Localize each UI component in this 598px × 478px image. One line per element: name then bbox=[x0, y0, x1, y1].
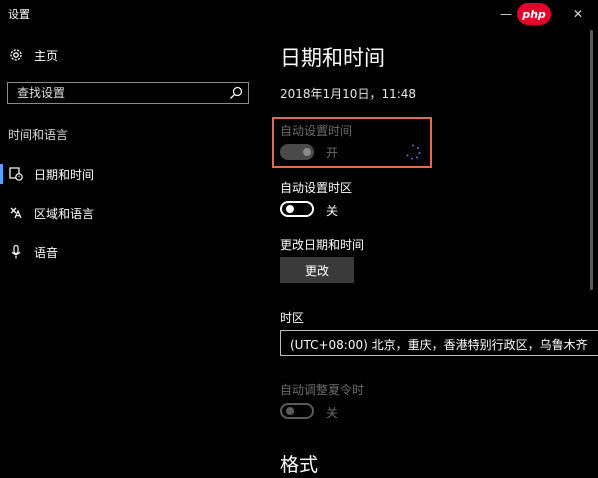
scrollbar[interactable] bbox=[590, 30, 593, 290]
search-input[interactable] bbox=[8, 83, 227, 103]
window-title: 设置 bbox=[8, 8, 30, 21]
active-indicator bbox=[0, 164, 3, 184]
sidebar-item-label: 日期和时间 bbox=[34, 167, 95, 182]
page-title: 日期和时间 bbox=[280, 46, 385, 70]
daylight-toggle[interactable] bbox=[280, 403, 314, 419]
search-box[interactable] bbox=[7, 82, 249, 104]
sidebar-home[interactable]: 主页 bbox=[8, 44, 58, 66]
daylight-state: 关 bbox=[326, 406, 339, 420]
current-datetime: 2018年1月10日，11:48 bbox=[280, 87, 417, 101]
timezone-dropdown[interactable]: (UTC+08:00) 北京，重庆，香港特别行政区，乌鲁木齐 bbox=[280, 330, 598, 356]
format-section-title: 格式 bbox=[280, 454, 319, 476]
auto-time-label: 自动设置时间 bbox=[280, 124, 353, 138]
toggle-knob bbox=[286, 205, 294, 213]
auto-timezone-state: 关 bbox=[326, 204, 339, 218]
loading-spinner-icon bbox=[406, 144, 421, 160]
region-language-icon bbox=[10, 207, 22, 219]
sidebar-item-speech[interactable]: 语音 bbox=[8, 241, 58, 263]
sidebar-section-label: 时间和语言 bbox=[8, 128, 69, 142]
close-button[interactable]: ✕ bbox=[558, 0, 598, 28]
calendar-clock-icon bbox=[9, 167, 23, 181]
daylight-label: 自动调整夏令时 bbox=[280, 383, 365, 397]
sidebar-item-region-language[interactable]: 区域和语言 bbox=[8, 202, 94, 224]
search-icon[interactable] bbox=[228, 85, 244, 101]
sidebar-item-label: 区域和语言 bbox=[34, 206, 95, 221]
auto-time-state: 开 bbox=[326, 146, 339, 160]
toggle-knob bbox=[286, 407, 294, 415]
sidebar-item-date-time[interactable]: 日期和时间 bbox=[8, 163, 94, 185]
auto-timezone-toggle[interactable] bbox=[280, 201, 314, 217]
sidebar-home-label: 主页 bbox=[34, 48, 59, 63]
toggle-knob bbox=[303, 148, 311, 156]
php-badge-logo: php bbox=[517, 3, 551, 25]
change-datetime-button[interactable]: 更改 bbox=[280, 257, 354, 283]
microphone-icon bbox=[11, 244, 21, 259]
auto-timezone-label: 自动设置时区 bbox=[280, 181, 353, 195]
gear-icon bbox=[10, 49, 22, 61]
timezone-label: 时区 bbox=[280, 311, 305, 325]
change-datetime-label: 更改日期和时间 bbox=[280, 238, 365, 252]
sidebar-item-label: 语音 bbox=[34, 245, 59, 260]
auto-time-toggle[interactable] bbox=[280, 144, 314, 160]
